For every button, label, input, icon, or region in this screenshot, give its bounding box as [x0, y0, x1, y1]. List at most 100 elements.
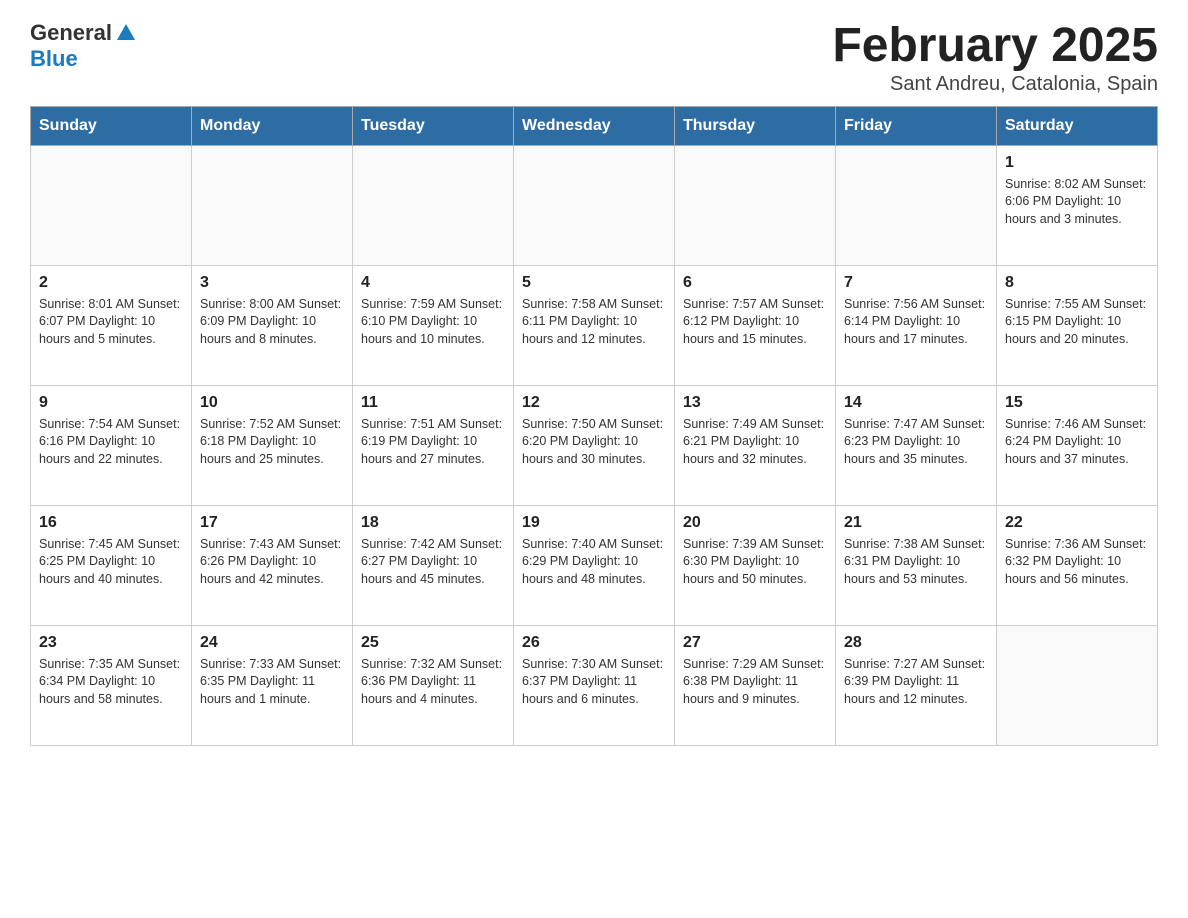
table-row: 16Sunrise: 7:45 AM Sunset: 6:25 PM Dayli…: [31, 505, 192, 625]
day-cell: 8 Sunrise: 7:55 AM Sunset: 6:15 PM Daylig…: [1005, 274, 1149, 349]
day-info: Sunrise: 7:51 AM Sunset: 6:19 PM Dayligh…: [361, 416, 505, 469]
day-cell: 2Sunrise: 8:01 AM Sunset: 6:07 PM Daylig…: [39, 274, 183, 349]
day-number: 8: [1005, 274, 1149, 292]
calendar-table: Sunday Monday Tuesday Wednesday Thursday…: [30, 106, 1158, 746]
day-cell: 23 Sunrise: 7:35 AM Sunset: 6:34 PM Dayli…: [39, 634, 183, 709]
day-info: Sunrise: 7:30 AM Sunset: 6:37 PM Dayligh…: [522, 656, 666, 709]
col-friday: Friday: [836, 106, 997, 145]
day-info: Sunrise: 7:49 AM Sunset: 6:21 PM Dayligh…: [683, 416, 827, 469]
logo-triangle-icon: [115, 22, 137, 44]
day-info: Sunrise: 7:56 AM Sunset: 6:14 PM Dayligh…: [844, 296, 988, 349]
day-info: Sunrise: 8:00 AM Sunset: 6:09 PM Dayligh…: [200, 296, 344, 349]
table-row: 27 Sunrise: 7:29 AM Sunset: 6:38 PM Dayli…: [675, 625, 836, 745]
logo-text-general: General: [30, 21, 112, 45]
calendar-header-row: Sunday Monday Tuesday Wednesday Thursday…: [31, 106, 1158, 145]
table-row: [675, 145, 836, 265]
col-monday: Monday: [192, 106, 353, 145]
day-info: Sunrise: 7:54 AM Sunset: 6:16 PM Dayligh…: [39, 416, 183, 469]
day-info: Sunrise: 7:38 AM Sunset: 6:31 PM Dayligh…: [844, 536, 988, 589]
day-number: 23: [39, 634, 183, 652]
day-info: Sunrise: 7:27 AM Sunset: 6:39 PM Dayligh…: [844, 656, 988, 709]
calendar-week-row: 9 Sunrise: 7:54 AM Sunset: 6:16 PM Daylig…: [31, 385, 1158, 505]
day-info: Sunrise: 7:32 AM Sunset: 6:36 PM Dayligh…: [361, 656, 505, 709]
day-cell: 13Sunrise: 7:49 AM Sunset: 6:21 PM Dayli…: [683, 394, 827, 469]
day-cell: 16Sunrise: 7:45 AM Sunset: 6:25 PM Dayli…: [39, 514, 183, 589]
table-row: [353, 145, 514, 265]
day-cell: 12 Sunrise: 7:50 AM Sunset: 6:20 PM Dayli…: [522, 394, 666, 469]
page-header: General Blue February 2025 Sant Andreu, …: [30, 20, 1158, 96]
table-row: 28 Sunrise: 7:27 AM Sunset: 6:39 PM Dayli…: [836, 625, 997, 745]
calendar-week-row: 23 Sunrise: 7:35 AM Sunset: 6:34 PM Dayli…: [31, 625, 1158, 745]
day-number: 20: [683, 514, 827, 532]
table-row: [997, 625, 1158, 745]
table-row: 2Sunrise: 8:01 AM Sunset: 6:07 PM Daylig…: [31, 265, 192, 385]
day-info: Sunrise: 8:02 AM Sunset: 6:06 PM Dayligh…: [1005, 176, 1149, 229]
table-row: [836, 145, 997, 265]
table-row: 15Sunrise: 7:46 AM Sunset: 6:24 PM Dayli…: [997, 385, 1158, 505]
day-number: 12: [522, 394, 666, 412]
day-cell: 11Sunrise: 7:51 AM Sunset: 6:19 PM Dayli…: [361, 394, 505, 469]
table-row: 8 Sunrise: 7:55 AM Sunset: 6:15 PM Daylig…: [997, 265, 1158, 385]
day-info: Sunrise: 7:35 AM Sunset: 6:34 PM Dayligh…: [39, 656, 183, 709]
col-sunday: Sunday: [31, 106, 192, 145]
day-cell: 21 Sunrise: 7:38 AM Sunset: 6:31 PM Dayli…: [844, 514, 988, 589]
table-row: 24Sunrise: 7:33 AM Sunset: 6:35 PM Dayli…: [192, 625, 353, 745]
day-info: Sunrise: 7:47 AM Sunset: 6:23 PM Dayligh…: [844, 416, 988, 469]
table-row: 12 Sunrise: 7:50 AM Sunset: 6:20 PM Dayli…: [514, 385, 675, 505]
table-row: [31, 145, 192, 265]
page-title: February 2025: [832, 20, 1158, 73]
day-number: 6: [683, 274, 827, 292]
day-info: Sunrise: 7:55 AM Sunset: 6:15 PM Dayligh…: [1005, 296, 1149, 349]
day-number: 22: [1005, 514, 1149, 532]
day-info: Sunrise: 7:43 AM Sunset: 6:26 PM Dayligh…: [200, 536, 344, 589]
day-number: 27: [683, 634, 827, 652]
day-number: 18: [361, 514, 505, 532]
day-number: 28: [844, 634, 988, 652]
table-row: 1 Sunrise: 8:02 AM Sunset: 6:06 PM Daylig…: [997, 145, 1158, 265]
col-thursday: Thursday: [675, 106, 836, 145]
day-number: 24: [200, 634, 344, 652]
day-cell: 6 Sunrise: 7:57 AM Sunset: 6:12 PM Daylig…: [683, 274, 827, 349]
day-number: 2: [39, 274, 183, 292]
day-number: 1: [1005, 154, 1149, 172]
day-cell: 20 Sunrise: 7:39 AM Sunset: 6:30 PM Dayli…: [683, 514, 827, 589]
title-block: February 2025 Sant Andreu, Catalonia, Sp…: [832, 20, 1158, 96]
day-number: 7: [844, 274, 988, 292]
col-saturday: Saturday: [997, 106, 1158, 145]
day-cell: 14Sunrise: 7:47 AM Sunset: 6:23 PM Dayli…: [844, 394, 988, 469]
day-number: 25: [361, 634, 505, 652]
day-number: 16: [39, 514, 183, 532]
day-info: Sunrise: 7:59 AM Sunset: 6:10 PM Dayligh…: [361, 296, 505, 349]
day-number: 19: [522, 514, 666, 532]
table-row: 13Sunrise: 7:49 AM Sunset: 6:21 PM Dayli…: [675, 385, 836, 505]
day-info: Sunrise: 7:36 AM Sunset: 6:32 PM Dayligh…: [1005, 536, 1149, 589]
logo-text-blue: Blue: [30, 47, 78, 71]
day-number: 3: [200, 274, 344, 292]
day-cell: 5Sunrise: 7:58 AM Sunset: 6:11 PM Daylig…: [522, 274, 666, 349]
table-row: 6 Sunrise: 7:57 AM Sunset: 6:12 PM Daylig…: [675, 265, 836, 385]
day-cell: 17Sunrise: 7:43 AM Sunset: 6:26 PM Dayli…: [200, 514, 344, 589]
day-cell: 4Sunrise: 7:59 AM Sunset: 6:10 PM Daylig…: [361, 274, 505, 349]
col-tuesday: Tuesday: [353, 106, 514, 145]
day-info: Sunrise: 7:50 AM Sunset: 6:20 PM Dayligh…: [522, 416, 666, 469]
day-cell: 9 Sunrise: 7:54 AM Sunset: 6:16 PM Daylig…: [39, 394, 183, 469]
day-cell: 25 Sunrise: 7:32 AM Sunset: 6:36 PM Dayli…: [361, 634, 505, 709]
table-row: 20 Sunrise: 7:39 AM Sunset: 6:30 PM Dayli…: [675, 505, 836, 625]
day-cell: 19Sunrise: 7:40 AM Sunset: 6:29 PM Dayli…: [522, 514, 666, 589]
day-number: 9: [39, 394, 183, 412]
day-info: Sunrise: 7:39 AM Sunset: 6:30 PM Dayligh…: [683, 536, 827, 589]
logo: General Blue: [30, 20, 137, 71]
day-cell: 26Sunrise: 7:30 AM Sunset: 6:37 PM Dayli…: [522, 634, 666, 709]
day-info: Sunrise: 7:57 AM Sunset: 6:12 PM Dayligh…: [683, 296, 827, 349]
table-row: 10Sunrise: 7:52 AM Sunset: 6:18 PM Dayli…: [192, 385, 353, 505]
day-cell: 10Sunrise: 7:52 AM Sunset: 6:18 PM Dayli…: [200, 394, 344, 469]
day-cell: 22 Sunrise: 7:36 AM Sunset: 6:32 PM Dayli…: [1005, 514, 1149, 589]
table-row: 25 Sunrise: 7:32 AM Sunset: 6:36 PM Dayli…: [353, 625, 514, 745]
day-info: Sunrise: 7:29 AM Sunset: 6:38 PM Dayligh…: [683, 656, 827, 709]
table-row: 5Sunrise: 7:58 AM Sunset: 6:11 PM Daylig…: [514, 265, 675, 385]
day-number: 21: [844, 514, 988, 532]
day-info: Sunrise: 7:52 AM Sunset: 6:18 PM Dayligh…: [200, 416, 344, 469]
col-wednesday: Wednesday: [514, 106, 675, 145]
day-cell: 24Sunrise: 7:33 AM Sunset: 6:35 PM Dayli…: [200, 634, 344, 709]
table-row: [192, 145, 353, 265]
